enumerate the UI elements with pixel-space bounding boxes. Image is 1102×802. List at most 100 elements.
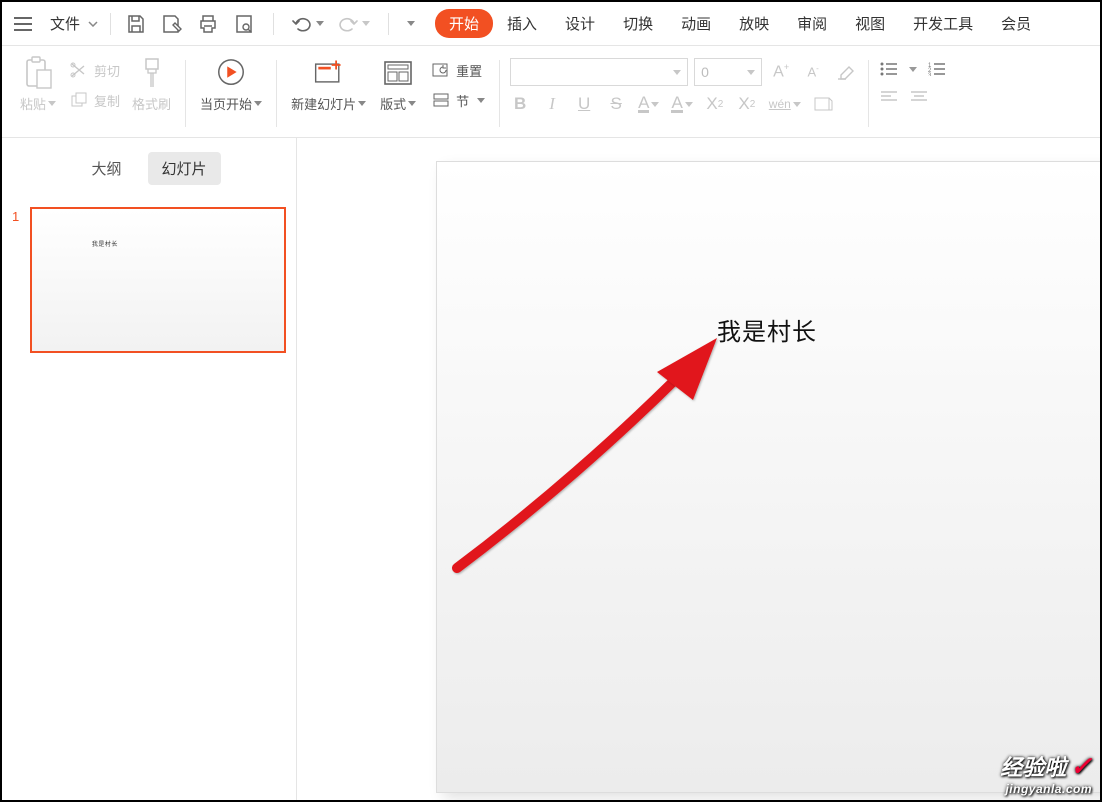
new-slide-button[interactable]: 新建幻灯片 <box>287 54 370 115</box>
decrease-font-icon: A- <box>807 64 818 79</box>
print-preview-icon <box>234 14 254 34</box>
font-size-combo[interactable]: 0 <box>694 58 762 86</box>
scissors-icon <box>70 61 88 79</box>
bold-button[interactable]: B <box>510 94 530 114</box>
save-as-button[interactable] <box>161 13 183 35</box>
section-icon <box>432 91 450 109</box>
divider <box>110 13 111 35</box>
slide-title-text[interactable]: 我是村长 <box>717 312 817 347</box>
paste-icon <box>22 56 54 90</box>
group-slideshow: 当页开始 <box>186 52 276 135</box>
highlight-button[interactable]: A <box>671 96 692 113</box>
ribbon: 粘贴 剪切 复制 格式刷 当页开始 <box>2 46 1100 138</box>
tab-view[interactable]: 视图 <box>841 7 899 40</box>
tab-developer[interactable]: 开发工具 <box>899 7 987 40</box>
title-bar: 文件 开始 插入 设计 切换 动画 放映 <box>2 2 1100 46</box>
group-slides: 新建幻灯片 版式 重置 节 <box>277 52 499 135</box>
chevron-down-icon <box>48 101 56 106</box>
increase-font-button[interactable]: A+ <box>768 59 794 85</box>
tab-home[interactable]: 开始 <box>435 9 493 38</box>
undo-button[interactable] <box>292 15 324 33</box>
align-center-icon <box>911 91 927 103</box>
tab-insert[interactable]: 插入 <box>493 7 551 40</box>
superscript-button[interactable]: X2 <box>705 94 725 114</box>
chevron-down-icon <box>88 21 98 27</box>
paste-button[interactable]: 粘贴 <box>16 54 60 115</box>
numbering-icon: 123 <box>928 62 946 76</box>
group-font: 0 A+ A- B I U S A A <box>500 52 868 135</box>
tab-review[interactable]: 审阅 <box>783 7 841 40</box>
font-size-value: 0 <box>701 64 709 80</box>
file-menu-label: 文件 <box>50 13 80 34</box>
redo-icon <box>338 15 358 33</box>
italic-button[interactable]: I <box>542 94 562 114</box>
pinyin-button[interactable]: wén <box>769 97 801 111</box>
format-painter-label: 格式刷 <box>132 94 171 113</box>
save-icon <box>126 14 146 34</box>
watermark: 经验啦 ✓ jingyanla.com <box>1000 750 1092 796</box>
chevron-down-icon <box>477 98 485 103</box>
qat-customize-chevron[interactable] <box>407 21 415 26</box>
numbering-button[interactable]: 123 <box>927 60 947 78</box>
group-clipboard: 粘贴 剪切 复制 格式刷 <box>6 52 185 135</box>
format-painter-button[interactable]: 格式刷 <box>128 54 175 115</box>
subscript-button[interactable]: X2 <box>737 94 757 114</box>
pinyin-label: wén <box>769 97 791 111</box>
tab-slides[interactable]: 幻灯片 <box>148 152 221 185</box>
play-icon <box>215 56 247 90</box>
font-color-button[interactable]: A <box>638 96 659 113</box>
font-effects-button[interactable] <box>813 95 833 113</box>
svg-text:3: 3 <box>928 73 932 76</box>
save-button[interactable] <box>125 13 147 35</box>
ribbon-tabs: 开始 插入 设计 切换 动画 放映 审阅 视图 开发工具 会员 <box>435 7 1045 40</box>
slide-thumbnail[interactable]: 我是村长 <box>30 207 286 353</box>
bullets-button[interactable] <box>879 60 899 78</box>
reset-label: 重置 <box>456 61 482 80</box>
chevron-down-icon <box>408 101 416 106</box>
copy-icon <box>70 91 88 109</box>
print-preview-button[interactable] <box>233 13 255 35</box>
strikethrough-button[interactable]: S <box>606 94 626 114</box>
chevron-down-icon <box>651 102 659 107</box>
section-label: 节 <box>456 91 469 110</box>
copy-label: 复制 <box>94 91 120 110</box>
tab-slideshow[interactable]: 放映 <box>725 7 783 40</box>
panel-tabs: 大纲 幻灯片 <box>2 138 296 195</box>
tab-outline[interactable]: 大纲 <box>77 152 135 185</box>
slide[interactable]: 我是村长 <box>437 162 1100 792</box>
copy-button[interactable]: 复制 <box>66 88 124 112</box>
watermark-text: 经验啦 <box>1000 750 1066 782</box>
workspace: 大纲 幻灯片 1 我是村长 我是村长 <box>2 138 1100 800</box>
decrease-font-button[interactable]: A- <box>800 59 826 85</box>
tab-member[interactable]: 会员 <box>987 7 1045 40</box>
section-button[interactable]: 节 <box>428 88 489 112</box>
redo-button[interactable] <box>338 15 370 33</box>
app-menu-button[interactable] <box>8 13 38 35</box>
save-as-icon <box>161 14 183 34</box>
slide-canvas-area[interactable]: 我是村长 <box>297 138 1100 800</box>
thumbnail-row: 1 我是村长 <box>12 207 286 353</box>
align-left-button[interactable] <box>879 88 899 106</box>
cut-label: 剪切 <box>94 61 120 80</box>
underline-button[interactable]: U <box>574 94 594 114</box>
cut-button[interactable]: 剪切 <box>66 58 124 82</box>
font-name-combo[interactable] <box>510 58 688 86</box>
align-left-icon <box>881 91 897 103</box>
reset-icon <box>432 61 450 79</box>
chevron-down-icon <box>747 70 755 75</box>
print-icon <box>198 14 218 34</box>
chevron-down-icon <box>316 21 324 26</box>
tab-design[interactable]: 设计 <box>551 7 609 40</box>
align-center-button[interactable] <box>909 88 929 106</box>
new-slide-label: 新建幻灯片 <box>291 94 356 113</box>
slide-panel: 大纲 幻灯片 1 我是村长 <box>2 138 297 800</box>
hamburger-icon <box>14 17 32 31</box>
from-current-slide-button[interactable]: 当页开始 <box>196 54 266 115</box>
file-menu[interactable]: 文件 <box>40 9 104 38</box>
reset-button[interactable]: 重置 <box>428 58 489 82</box>
tab-transition[interactable]: 切换 <box>609 7 667 40</box>
layout-button[interactable]: 版式 <box>376 54 420 115</box>
print-button[interactable] <box>197 13 219 35</box>
tab-animation[interactable]: 动画 <box>667 7 725 40</box>
clear-format-button[interactable] <box>832 59 858 85</box>
